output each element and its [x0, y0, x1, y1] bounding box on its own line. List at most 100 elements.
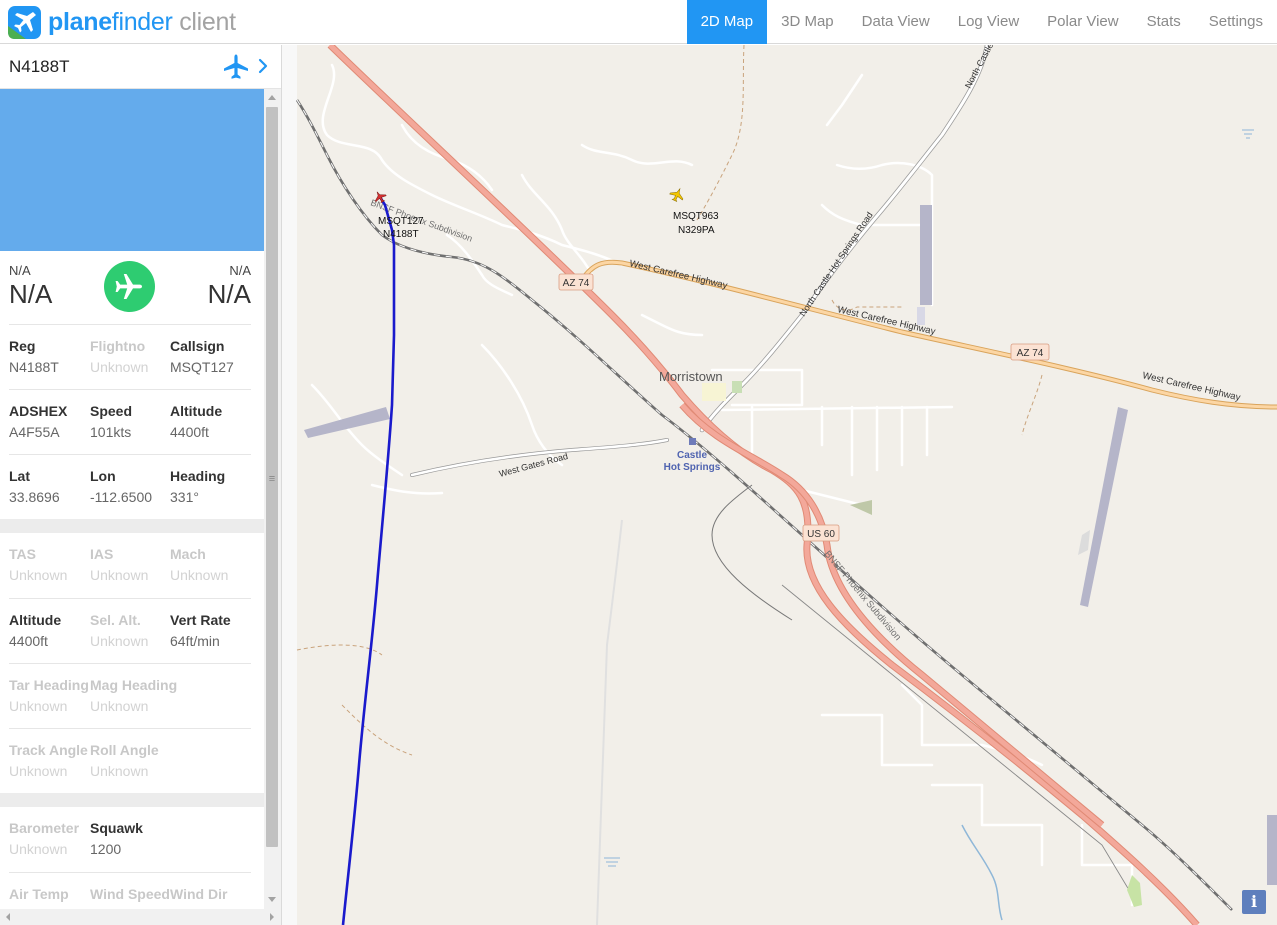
map-canvas[interactable]: BNSF Phoenix Subdivision BNSF Phoenix Su… — [282, 45, 1277, 925]
panel-horizontal-scrollbar[interactable] — [0, 909, 281, 925]
aircraft-details-panel: N/A N/A N/A N/A Reg N4188T Flightno Unknow… — [0, 89, 264, 909]
section-divider — [0, 519, 264, 533]
route-summary: N/A N/A N/A N/A — [0, 251, 264, 325]
aircraft-marker-msqt963[interactable] — [668, 186, 686, 204]
aircraft-label-msqt963-reg: N329PA — [678, 225, 715, 236]
info-cell-flightno: Flightno Unknown — [90, 338, 172, 375]
main-nav: 2D Map 3D Map Data View Log View Polar V… — [686, 0, 1277, 44]
info-cell-air-temp: Air Temp — [9, 886, 91, 907]
info-value: Unknown — [170, 567, 229, 583]
scroll-right-arrow-icon[interactable] — [266, 909, 278, 925]
info-cell-wind-dir: Wind Dir — [170, 886, 252, 907]
info-cell-squawk: Squawk 1200 — [90, 820, 172, 857]
info-label: Heading — [170, 468, 226, 484]
info-label: Mag Heading — [90, 677, 178, 693]
wash-stream — [961, 824, 1003, 921]
info-value: 4400ft — [170, 424, 209, 440]
logo-word-plane: plane — [48, 8, 112, 36]
tab-log-view[interactable]: Log View — [944, 0, 1033, 44]
info-value: Unknown — [9, 841, 68, 857]
info-label: Mach — [170, 546, 206, 562]
info-cell-speed: Speed 101kts — [90, 403, 172, 440]
chevron-right-icon[interactable] — [256, 55, 270, 77]
info-value: Unknown — [90, 633, 149, 649]
info-cell-wind-speed: Wind Speed — [90, 886, 172, 907]
info-value: 1200 — [90, 841, 122, 857]
north-castle-label: North Castle — [963, 45, 995, 90]
shield-az74-a: AZ 74 — [558, 273, 594, 291]
shield-us60: US 60 — [802, 524, 840, 542]
tab-stats[interactable]: Stats — [1133, 0, 1195, 44]
info-label: IAS — [90, 546, 114, 562]
tab-polar-view[interactable]: Polar View — [1033, 0, 1132, 44]
info-label: TAS — [9, 546, 36, 562]
info-cell-tas: TAS Unknown — [9, 546, 91, 583]
section-divider — [0, 793, 264, 807]
app-title: planefinder client — [48, 6, 236, 38]
diag-road — [711, 484, 793, 621]
info-cell-adshex: ADSHEX A4F55A — [9, 403, 91, 440]
info-cell-callsign: Callsign MSQT127 — [170, 338, 252, 375]
info-cell-ias: IAS Unknown — [90, 546, 172, 583]
north-castle-label-text: North Castle — [963, 45, 995, 90]
airstrip-3-apron — [1078, 530, 1090, 555]
shield-az74-b: AZ 74 — [1010, 343, 1050, 361]
info-value: 4400ft — [9, 633, 48, 649]
diag-track — [781, 584, 1133, 896]
info-cell-roll-angle: Roll Angle Unknown — [90, 742, 172, 779]
aircraft-sidebar: N4188T N/A N/A N/A N/A Reg N4188T Flightn… — [0, 45, 282, 925]
place-castle-hot-springs-1: Castle — [677, 450, 707, 461]
app-logo[interactable]: planefinder client — [8, 5, 236, 39]
airstrip-3 — [1080, 407, 1128, 607]
bnsf-label-2: BNSF Phoenix Subdivision — [822, 549, 903, 643]
route-status-badge — [104, 261, 155, 312]
selected-registration: N4188T — [9, 57, 70, 76]
aircraft-label-msqt127-callsign: MSQT127 — [378, 216, 424, 227]
airstrip-2 — [304, 407, 390, 438]
info-label: Wind Dir — [170, 886, 228, 902]
info-label: Lat — [9, 468, 30, 484]
info-label: Track Angle — [9, 742, 88, 758]
panel-vertical-scrollbar[interactable] — [264, 89, 281, 909]
info-label: Callsign — [170, 338, 225, 354]
shield-az74-a-text: AZ 74 — [563, 278, 590, 289]
info-label: Air Temp — [9, 886, 69, 902]
airplane-icon[interactable] — [222, 53, 250, 81]
tab-settings[interactable]: Settings — [1195, 0, 1277, 44]
origin-code: N/A — [9, 279, 53, 309]
info-row-headings: Tar Heading Unknown Mag Heading Unknown — [9, 663, 251, 728]
scroll-down-arrow-icon[interactable] — [268, 897, 276, 902]
info-cell-vert-rate: Vert Rate 64ft/min — [170, 612, 252, 649]
tab-2d-map[interactable]: 2D Map — [686, 0, 768, 44]
info-cell-lon: Lon -112.6500 — [90, 468, 172, 505]
info-row-identity: Reg N4188T Flightno Unknown Callsign MSQT12… — [9, 324, 251, 389]
scroll-up-arrow-icon[interactable] — [268, 95, 276, 100]
info-row-adshex: ADSHEX A4F55A Speed 101kts Altitude 4400ft — [9, 389, 251, 454]
info-label: Tar Heading — [9, 677, 89, 693]
shield-az74-b-text: AZ 74 — [1017, 348, 1044, 359]
info-cell-lat: Lat 33.8696 — [9, 468, 91, 505]
info-value: N4188T — [9, 359, 59, 375]
map-info-button[interactable]: i — [1242, 890, 1266, 914]
info-value: Unknown — [90, 359, 149, 375]
info-label: Barometer — [9, 820, 80, 836]
logo-word-finder: finder — [111, 8, 173, 36]
tab-3d-map[interactable]: 3D Map — [767, 0, 848, 44]
bnsf-label-2-text: BNSF Phoenix Subdivision — [822, 549, 903, 643]
info-cell-track-angle: Track Angle Unknown — [9, 742, 91, 779]
airplane-icon — [669, 187, 684, 202]
info-label: ADSHEX — [9, 403, 68, 419]
info-cell-barometer: Barometer Unknown — [9, 820, 91, 857]
info-label: Wind Speed — [90, 886, 170, 902]
scroll-left-arrow-icon[interactable] — [2, 909, 14, 925]
green-area-2 — [1127, 875, 1142, 907]
tab-data-view[interactable]: Data View — [848, 0, 944, 44]
station-icon — [689, 438, 696, 445]
info-value: Unknown — [90, 698, 149, 714]
info-cell-altitude: Altitude 4400ft — [170, 403, 252, 440]
map-view[interactable]: BNSF Phoenix Subdivision BNSF Phoenix Su… — [282, 45, 1277, 925]
minor-road-south — [596, 519, 623, 925]
info-value: Unknown — [9, 763, 68, 779]
info-row-baro: Barometer Unknown Squawk 1200 — [9, 807, 251, 872]
info-value: Unknown — [9, 698, 68, 714]
